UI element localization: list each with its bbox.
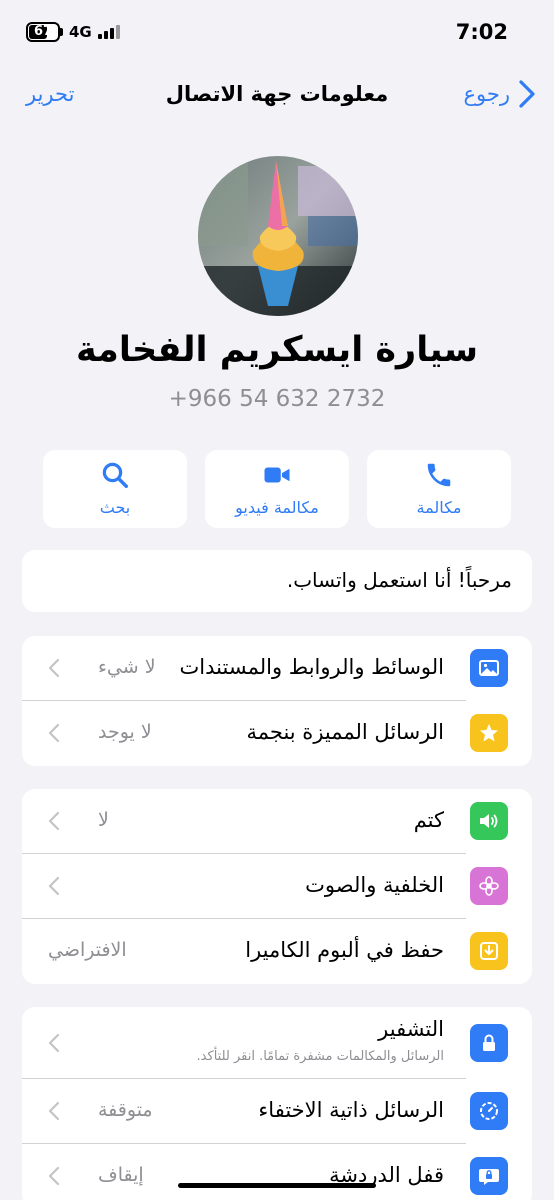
chevron-left-icon (48, 1166, 60, 1186)
media-value: لا شيء (98, 656, 156, 678)
encryption-label: التشفير (378, 1017, 444, 1041)
signal-icon (97, 25, 120, 39)
chevron-left-icon (48, 876, 60, 896)
about-card[interactable]: مرحباً! أنا استعمل واتساب. (22, 550, 532, 612)
home-indicator[interactable] (178, 1183, 376, 1188)
page-title: معلومات جهة الاتصال (165, 82, 389, 106)
save-icon (470, 932, 508, 970)
photo-icon (470, 649, 508, 687)
speaker-icon (470, 802, 508, 840)
search-button[interactable]: بحث (43, 450, 187, 528)
encryption-row[interactable]: التشفير الرسائل والمكالمات مشفرة تمامًا.… (22, 1007, 532, 1079)
disappearing-label: الرسائل ذاتية الاختفاء (258, 1098, 444, 1122)
encryption-subtitle: الرسائل والمكالمات مشفرة تمامًا. انقر لل… (196, 1049, 444, 1064)
starred-label: الرسائل المميزة بنجمة (246, 720, 445, 744)
chevron-left-icon (48, 1033, 60, 1053)
chat-lock-icon (470, 1157, 508, 1195)
disappearing-value: متوقفة (98, 1099, 153, 1121)
avatar[interactable] (198, 156, 358, 316)
video-call-button[interactable]: مكالمة فيديو (205, 450, 349, 528)
media-links-docs-row[interactable]: الوسائط والروابط والمستندات لا شيء (22, 636, 532, 701)
clock: 7:02 (455, 20, 508, 44)
contact-name: سيارة ايسكريم الفخامة (75, 330, 479, 370)
call-button[interactable]: مكالمة (367, 450, 511, 528)
lock-icon (470, 1024, 508, 1062)
disappearing-messages-row[interactable]: الرسائل ذاتية الاختفاء متوقفة (22, 1079, 532, 1144)
nav-bar: رجوع معلومات جهة الاتصال تحرير (0, 74, 554, 118)
save-to-camera-label: حفظ في ألبوم الكاميرا (245, 938, 444, 962)
status-bar: 67 4G 7:02 (0, 0, 554, 64)
save-to-camera-value: الافتراضي (48, 939, 127, 961)
edit-button[interactable]: تحرير (26, 82, 74, 106)
flower-icon (470, 867, 508, 905)
battery-level: 67 (33, 24, 53, 39)
chevron-left-icon (48, 811, 60, 831)
starred-value: لا يوجد (98, 721, 152, 743)
mute-row[interactable]: كتم لا (22, 789, 532, 854)
save-to-camera-roll-row[interactable]: حفظ في ألبوم الكاميرا الافتراضي (22, 919, 532, 984)
starred-messages-row[interactable]: الرسائل المميزة بنجمة لا يوجد (22, 701, 532, 766)
network-type: 4G (69, 23, 92, 41)
video-call-label: مكالمة فيديو (235, 498, 319, 517)
about-text: مرحباً! أنا استعمل واتساب. (286, 568, 512, 592)
timer-icon (470, 1092, 508, 1130)
chevron-left-icon (48, 658, 60, 678)
chat-lock-value: إيقاف (98, 1164, 144, 1186)
wallpaper-label: الخلفية والصوت (305, 873, 444, 897)
media-section: الوسائط والروابط والمستندات لا شيء الرسا… (22, 636, 532, 766)
media-label: الوسائط والروابط والمستندات (179, 655, 444, 679)
call-label: مكالمة (416, 498, 462, 517)
video-icon (264, 467, 290, 483)
contact-phone[interactable]: +966 54 632 2732 (0, 386, 554, 412)
settings-section: كتم لا الخلفية والصوت حفظ في ألبوم الكام… (22, 789, 532, 984)
mute-label: كتم (413, 808, 444, 832)
status-indicators: 67 4G (26, 22, 120, 42)
battery-icon: 67 (26, 22, 60, 42)
mute-value: لا (98, 809, 109, 831)
wallpaper-sound-row[interactable]: الخلفية والصوت (22, 854, 532, 919)
star-icon (470, 714, 508, 752)
chat-lock-row[interactable]: قفل الدردشة إيقاف (22, 1144, 532, 1200)
chevron-left-icon (48, 723, 60, 743)
chevron-left-icon (48, 1101, 60, 1121)
search-label: بحث (99, 498, 131, 517)
search-icon (102, 462, 128, 488)
phone-icon (427, 463, 451, 487)
privacy-section: التشفير الرسائل والمكالمات مشفرة تمامًا.… (22, 1007, 532, 1200)
